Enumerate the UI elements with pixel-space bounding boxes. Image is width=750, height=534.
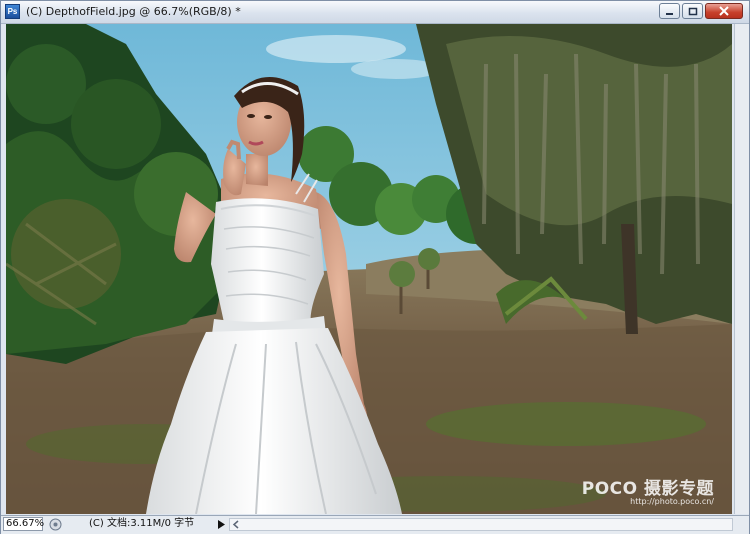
vertical-scrollbar[interactable]: [734, 24, 749, 514]
photoshop-app-icon: Ps: [5, 4, 20, 19]
close-icon: [719, 6, 729, 16]
document-status-icon[interactable]: [49, 518, 62, 531]
poco-watermark: POCO 摄影专题 http://photo.poco.cn/: [582, 474, 714, 506]
restore-button[interactable]: [682, 3, 703, 19]
close-button[interactable]: [705, 3, 743, 19]
document-info: (C) 文档:3.11M/0 字节: [89, 518, 195, 529]
watermark-brand: POCO 摄影专题: [581, 479, 714, 499]
status-bar: 66.67% (C) 文档:3.11M/0 字节: [1, 515, 749, 534]
window-title: (C) DepthofField.jpg @ 66.7%(RGB/8) *: [26, 5, 241, 18]
document-window: Ps (C) DepthofField.jpg @ 66.7%(RGB/8) *: [0, 0, 750, 534]
horizontal-scrollbar[interactable]: [229, 518, 733, 531]
photo-bride-in-forest: [6, 24, 732, 514]
restore-icon: [688, 7, 697, 15]
status-menu-arrow-icon[interactable]: [215, 518, 227, 531]
image-canvas[interactable]: POCO 摄影专题 http://photo.poco.cn/: [6, 24, 732, 514]
scroll-left-icon[interactable]: [232, 520, 240, 529]
minimize-icon: [666, 12, 673, 15]
minimize-button[interactable]: [659, 3, 680, 19]
zoom-level-field[interactable]: 66.67%: [3, 517, 44, 531]
window-controls: [659, 3, 743, 20]
title-bar[interactable]: Ps (C) DepthofField.jpg @ 66.7%(RGB/8) *: [1, 1, 749, 24]
